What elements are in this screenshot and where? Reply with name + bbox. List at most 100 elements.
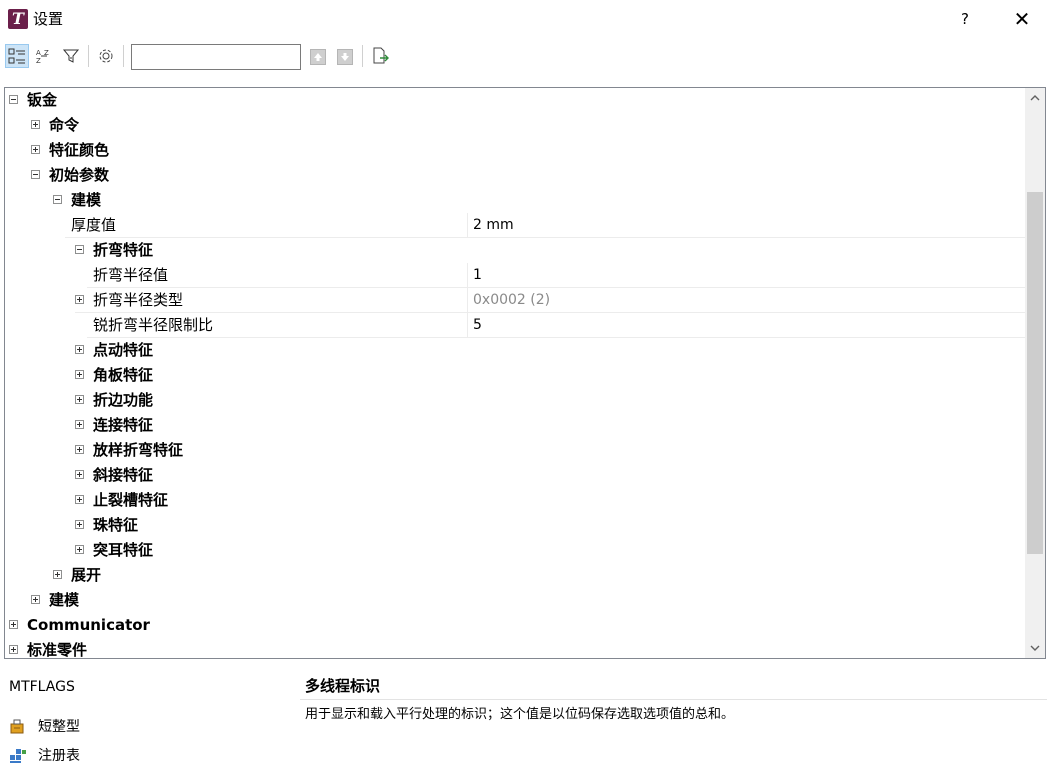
- help-button[interactable]: ?: [955, 8, 975, 30]
- tree-node-label: 连接特征: [93, 416, 154, 434]
- title-bar: T 设置 ? ✕: [0, 0, 1047, 38]
- tree-node-label: 标准零件: [27, 641, 88, 659]
- setting-type-label: 短整型: [38, 719, 80, 735]
- toolbar-separator: [88, 45, 89, 67]
- window-title: 设置: [33, 10, 64, 28]
- expand-toggle-icon[interactable]: [75, 420, 84, 429]
- search-input[interactable]: [131, 44, 301, 70]
- collapse-toggle-icon[interactable]: [9, 95, 18, 104]
- alphabetical-sort-button[interactable]: A Z Z: [32, 44, 56, 68]
- toolbar-separator: [123, 45, 124, 67]
- gear-icon: [99, 49, 113, 63]
- property-name: 锐折弯半径限制比: [93, 316, 214, 334]
- expand-toggle-icon[interactable]: [31, 595, 40, 604]
- collapse-toggle-icon[interactable]: [75, 245, 84, 254]
- property-value[interactable]: 1: [473, 266, 482, 284]
- setting-description: 用于显示和载入平行处理的标识；这个值是以位码保存选取选项值的总和。: [305, 707, 735, 722]
- expand-toggle-icon[interactable]: [75, 295, 84, 304]
- tree-node-feature[interactable]: 止裂槽特征: [5, 488, 1025, 513]
- scroll-up-arrow-icon[interactable]: [1025, 88, 1045, 108]
- property-row-sharp-bend-ratio[interactable]: 锐折弯半径限制比 5: [87, 313, 1025, 338]
- collapse-toggle-icon[interactable]: [31, 170, 40, 179]
- next-match-button[interactable]: [337, 49, 353, 65]
- tree-node-initial-params[interactable]: 初始参数: [5, 163, 1025, 188]
- tree-node-label: 初始参数: [49, 166, 110, 184]
- svg-text:A: A: [36, 49, 41, 57]
- scrollbar-thumb[interactable]: [1027, 192, 1043, 554]
- tree-node-label: 折弯特征: [93, 241, 154, 259]
- tree-node-modeling[interactable]: 建模: [5, 188, 1025, 213]
- tree-node-label: 止裂槽特征: [93, 491, 169, 509]
- close-button[interactable]: ✕: [1010, 8, 1034, 30]
- settings-tree[interactable]: 钣金 命令 特征颜色 初始参数 建模 厚度值 2 mm 折弯特征 折弯半径值 1…: [4, 87, 1046, 659]
- tree-node-modeling-2[interactable]: 建模: [5, 588, 1025, 613]
- expand-toggle-icon[interactable]: [75, 495, 84, 504]
- expand-toggle-icon[interactable]: [75, 545, 84, 554]
- tree-node-feature[interactable]: 连接特征: [5, 413, 1025, 438]
- tree-node-feature[interactable]: 角板特征: [5, 363, 1025, 388]
- scroll-down-arrow-icon[interactable]: [1025, 638, 1045, 658]
- toolbar-separator: [362, 45, 363, 67]
- vertical-scrollbar[interactable]: [1025, 88, 1045, 658]
- setting-key: MTFLAGS: [9, 679, 75, 695]
- tree-node-command[interactable]: 命令: [5, 113, 1025, 138]
- tree-node-communicator[interactable]: Communicator: [5, 613, 1025, 638]
- tree-node-feature[interactable]: 突耳特征: [5, 538, 1025, 563]
- tree-node-bend-feature[interactable]: 折弯特征: [5, 238, 1025, 263]
- tree-node-label: 点动特征: [93, 341, 154, 359]
- expand-toggle-icon[interactable]: [31, 120, 40, 129]
- property-row-bend-radius-type[interactable]: 折弯半径类型 0x0002 (2): [75, 288, 1025, 313]
- export-button[interactable]: [368, 44, 392, 68]
- settings-button[interactable]: [94, 44, 118, 68]
- tree-node-feature-color[interactable]: 特征颜色: [5, 138, 1025, 163]
- expand-toggle-icon[interactable]: [75, 520, 84, 529]
- tree-node-unfold[interactable]: 展开: [5, 563, 1025, 588]
- expand-toggle-icon[interactable]: [9, 645, 18, 654]
- data-type-icon: [10, 719, 24, 734]
- property-name: 折弯半径类型: [93, 291, 184, 309]
- alphabetical-sort-icon: A Z Z: [36, 49, 49, 65]
- previous-match-button[interactable]: [310, 49, 326, 65]
- property-value[interactable]: 0x0002 (2): [473, 291, 550, 309]
- tree-node-sheet-metal[interactable]: 钣金: [5, 88, 1025, 113]
- tree-node-label: 展开: [71, 566, 102, 584]
- property-value[interactable]: 2 mm: [473, 216, 514, 234]
- property-value[interactable]: 5: [473, 316, 482, 334]
- expand-toggle-icon[interactable]: [75, 345, 84, 354]
- collapse-toggle-icon[interactable]: [53, 195, 62, 204]
- tree-node-feature[interactable]: 斜接特征: [5, 463, 1025, 488]
- tree-node-feature[interactable]: 折边功能: [5, 388, 1025, 413]
- expand-toggle-icon[interactable]: [75, 370, 84, 379]
- filter-button[interactable]: [59, 44, 83, 68]
- tree-node-feature[interactable]: 放样折弯特征: [5, 438, 1025, 463]
- tree-node-label: 折边功能: [93, 391, 154, 409]
- categorized-view-icon: [8, 48, 25, 64]
- tree-node-label: 钣金: [27, 91, 58, 109]
- svg-text:Z: Z: [36, 57, 41, 65]
- tree-node-label: 放样折弯特征: [93, 441, 184, 459]
- tree-node-label: 建模: [71, 191, 102, 209]
- property-row-bend-radius[interactable]: 折弯半径值 1: [87, 263, 1025, 288]
- property-name-cell: 厚度值: [65, 213, 468, 237]
- app-logo-icon: T: [8, 9, 28, 29]
- property-name: 厚度值: [71, 216, 117, 234]
- expand-toggle-icon[interactable]: [9, 620, 18, 629]
- property-row-thickness[interactable]: 厚度值 2 mm: [65, 213, 1025, 238]
- property-name-cell: 折弯半径值: [87, 263, 468, 287]
- arrow-down-icon: [341, 53, 349, 61]
- categorized-view-button[interactable]: [5, 44, 29, 68]
- expand-toggle-icon[interactable]: [31, 145, 40, 154]
- expand-toggle-icon[interactable]: [75, 470, 84, 479]
- tree-node-standard-parts[interactable]: 标准零件: [5, 638, 1025, 659]
- tree-node-label: 角板特征: [93, 366, 154, 384]
- expand-toggle-icon[interactable]: [75, 395, 84, 404]
- expand-toggle-icon[interactable]: [75, 445, 84, 454]
- expand-toggle-icon[interactable]: [53, 570, 62, 579]
- toolbar: A Z Z: [0, 40, 1047, 74]
- tree-node-feature[interactable]: 珠特征: [5, 513, 1025, 538]
- tree-node-label: 珠特征: [93, 516, 139, 534]
- tree-node-label: Communicator: [27, 616, 150, 634]
- tree-node-label: 斜接特征: [93, 466, 154, 484]
- tree-node-feature[interactable]: 点动特征: [5, 338, 1025, 363]
- property-name-cell: 锐折弯半径限制比: [87, 313, 468, 337]
